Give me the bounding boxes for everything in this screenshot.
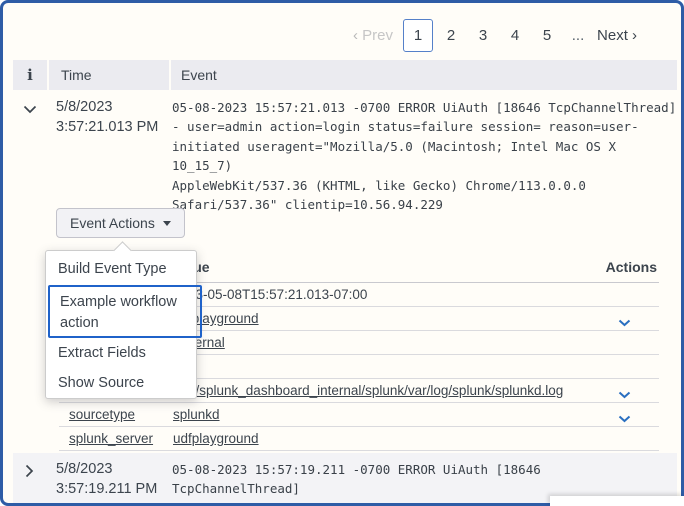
field-actions-dropdown[interactable] — [618, 315, 631, 330]
events-table-header: i Time Event — [13, 60, 677, 90]
collapse-event-chevron[interactable] — [23, 101, 37, 119]
event-raw-text: 05-08-2023 15:57:21.013 -0700 ERROR UiAu… — [172, 98, 678, 214]
field-value: 2023-05-08T15:57:21.013-07:00 — [173, 287, 367, 302]
time-column-header: Time — [49, 60, 169, 90]
caret-down-icon — [163, 221, 171, 226]
page-button-4[interactable]: 4 — [499, 27, 531, 44]
event-actions-menu: Build Event Type Example workflow action… — [45, 250, 197, 399]
chevron-down-icon — [618, 391, 631, 399]
next-page-button[interactable]: Next › — [597, 27, 637, 44]
field-value-link[interactable]: /opt/splunk_dashboard_internal/splunk/va… — [173, 383, 563, 398]
menu-item-extract-fields[interactable]: Extract Fields — [58, 345, 146, 361]
chevron-left-icon: ‹ — [353, 27, 358, 44]
info-icon: i — [27, 66, 33, 84]
pagination: ‹ Prev 1 2 3 4 5 ... Next › — [353, 18, 637, 52]
field-actions-dropdown[interactable] — [618, 411, 631, 426]
event-actions-button[interactable]: Event Actions — [56, 208, 185, 238]
field-row-splunk-server: splunk_server udfplayground — [59, 427, 659, 451]
info-column-header: i — [13, 60, 47, 90]
field-value-link[interactable]: udfplayground — [173, 431, 259, 446]
event-timestamp: 5/8/2023 3:57:19.211 PM — [56, 459, 168, 499]
field-value-link[interactable]: splunkd — [173, 407, 220, 422]
chevron-right-icon: › — [632, 27, 637, 44]
menu-item-show-source[interactable]: Show Source — [58, 375, 144, 391]
event-timestamp: 5/8/2023 3:57:21.013 PM — [56, 97, 168, 137]
chevron-down-icon — [618, 415, 631, 423]
pagination-ellipsis: ... — [563, 27, 593, 44]
bottom-right-overlay — [550, 496, 684, 506]
field-name-link[interactable]: sourcetype — [69, 407, 135, 422]
field-name-link[interactable]: splunk_server — [69, 431, 153, 446]
page-button-current[interactable]: 1 — [403, 19, 433, 52]
splunk-events-screenshot: ‹ Prev 1 2 3 4 5 ... Next › i Time Event… — [0, 0, 684, 506]
field-row-sourcetype: sourcetype splunkd — [59, 403, 659, 427]
actions-column-header: Actions — [606, 259, 657, 275]
prev-page-button: ‹ Prev — [353, 27, 393, 44]
chevron-down-icon — [23, 105, 37, 114]
page-button-5[interactable]: 5 — [531, 27, 563, 44]
events-panel: ‹ Prev 1 2 3 4 5 ... Next › i Time Event… — [0, 0, 684, 506]
page-button-3[interactable]: 3 — [467, 27, 499, 44]
chevron-down-icon — [618, 319, 631, 327]
menu-pointer-arrow — [113, 241, 131, 259]
event-column-header: Event — [171, 60, 677, 90]
page-button-2[interactable]: 2 — [435, 27, 467, 44]
field-actions-dropdown[interactable] — [618, 387, 631, 402]
chevron-right-icon — [25, 464, 34, 478]
menu-item-example-workflow-action[interactable]: Example workflow action — [48, 285, 202, 338]
expand-event-chevron[interactable] — [25, 464, 34, 483]
menu-item-build-event-type[interactable]: Build Event Type — [58, 261, 167, 277]
